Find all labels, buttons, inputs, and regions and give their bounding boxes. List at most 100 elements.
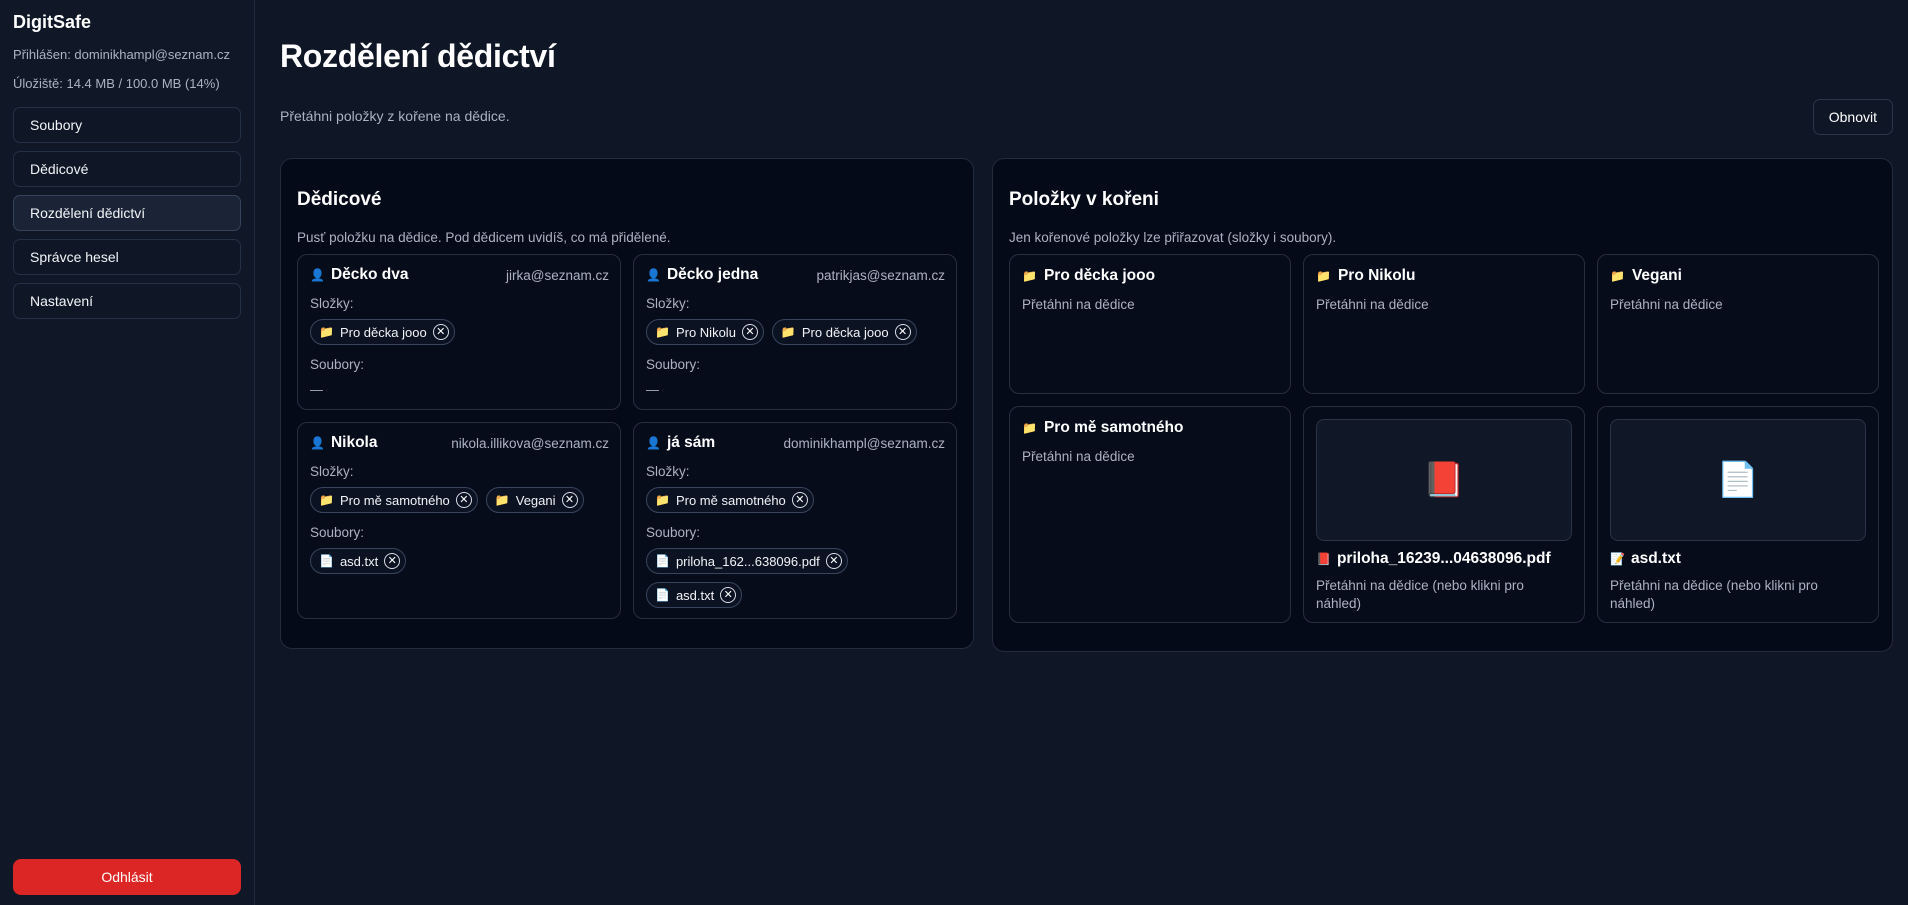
drag-hint: Přetáhni na dědice (nebo klikni pro náhl… (1316, 578, 1524, 611)
remove-icon[interactable]: ✕ (432, 324, 449, 340)
heir-name-text: Nikola (330, 434, 378, 451)
heir-name: 👤 Děcko jedna (646, 266, 758, 284)
folders-label: Složky: (646, 464, 690, 479)
folder-chips: 📁 Pro mě samotného ✕ (646, 487, 945, 513)
document-icon: 📄 (1716, 461, 1760, 499)
chip-label: Pro mě samotného (675, 492, 786, 508)
heir-email: jirka@seznam.cz (506, 267, 609, 283)
files-label: Soubory: (646, 357, 701, 372)
drag-hint: Přetáhni na dědice (1610, 297, 1723, 312)
heir-card-decko-jedna[interactable]: 👤 Děcko jedna patrikjas@seznam.cz Složky… (633, 254, 957, 410)
root-folder-title: 📁 Pro mě samotného (1022, 419, 1278, 437)
remove-icon[interactable]: ✕ (720, 587, 737, 603)
remove-icon[interactable]: ✕ (894, 324, 911, 340)
document-icon: 📄 (319, 554, 334, 568)
file-chip: 📄 asd.txt ✕ (646, 582, 743, 608)
heir-card-decko-dva[interactable]: 👤 Děcko dva jirka@seznam.cz Složky: 📁 Pr… (297, 254, 621, 410)
root-folder-card[interactable]: 📁 Pro děcka jooo Přetáhni na dědice (1009, 254, 1291, 394)
app-root: DigitSafe Přihlášen: dominikhampl@seznam… (0, 0, 1908, 905)
sidebar-item-nastaveni[interactable]: Nastavení (13, 283, 241, 319)
root-folder-card[interactable]: 📁 Pro mě samotného Přetáhni na dědice (1009, 406, 1291, 623)
remove-icon[interactable]: ✕ (561, 492, 578, 508)
folder-chip: 📁 Pro děcka jooo ✕ (771, 319, 917, 345)
root-folder-card[interactable]: 📁 Pro Nikolu Přetáhni na dědice (1303, 254, 1585, 394)
heir-name-text: Děcko jedna (666, 266, 759, 283)
root-panel-desc: Jen kořenové položky lze přiřazovat (slo… (1009, 230, 1337, 245)
root-folder-title: 📁 Pro Nikolu (1316, 267, 1572, 285)
heir-name-text: Děcko dva (330, 266, 409, 283)
logged-in-user: Přihlášen: dominikhampl@seznam.cz (13, 47, 230, 62)
root-folder-name: Pro mě samotného (1043, 419, 1184, 436)
folder-icon: 📁 (1610, 269, 1625, 283)
file-chip: 📄 priloha_162...638096.pdf ✕ (646, 548, 848, 574)
file-chips: 📄 asd.txt ✕ (310, 548, 609, 574)
panels: Dědicové Pusť položku na dědice. Pod děd… (280, 158, 1893, 652)
remove-icon[interactable]: ✕ (825, 553, 842, 569)
empty-files: — (310, 382, 323, 397)
heir-grid: 👤 Děcko dva jirka@seznam.cz Složky: 📁 Pr… (297, 254, 957, 619)
chip-label: Pro Nikolu (675, 324, 736, 340)
remove-icon[interactable]: ✕ (455, 492, 472, 508)
remove-icon[interactable]: ✕ (741, 324, 758, 340)
user-icon: 👤 (646, 436, 661, 450)
root-items-panel: Položky v kořeni Jen kořenové položky lz… (992, 158, 1893, 652)
heir-header: 👤 Nikola nikola.illikova@seznam.cz (310, 434, 609, 452)
file-preview[interactable]: 📄 (1610, 419, 1866, 541)
heirs-panel: Dědicové Pusť položku na dědice. Pod děd… (280, 158, 974, 649)
sidebar-item-rozdeleni-dedictvi[interactable]: Rozdělení dědictví (13, 195, 241, 231)
folder-chips: 📁 Pro mě samotného ✕ 📁 Vegani ✕ (310, 487, 609, 513)
folder-chip: 📁 Pro Nikolu ✕ (646, 319, 764, 345)
heir-email: patrikjas@seznam.cz (816, 267, 946, 283)
sidebar-item-soubory[interactable]: Soubory (13, 107, 241, 143)
folder-chip: 📁 Pro mě samotného ✕ (310, 487, 478, 513)
heir-name: 👤 já sám (646, 434, 715, 452)
user-icon: 👤 (646, 268, 661, 282)
heir-card-ja-sam[interactable]: 👤 já sám dominikhampl@seznam.cz Složky: … (633, 422, 957, 619)
remove-icon[interactable]: ✕ (791, 492, 808, 508)
drag-hint: Přetáhni na dědice (1022, 297, 1135, 312)
root-folder-card[interactable]: 📁 Vegani Přetáhni na dědice (1597, 254, 1879, 394)
folder-chips: 📁 Pro děcka jooo ✕ (310, 319, 609, 345)
logout-button[interactable]: Odhlásit (13, 859, 241, 895)
chip-label: Pro děcka jooo (339, 324, 427, 340)
page-subtitle: Přetáhni položky z kořene na dědice. (280, 108, 510, 124)
folders-label: Složky: (310, 464, 354, 479)
heir-header: 👤 Děcko jedna patrikjas@seznam.cz (646, 266, 945, 284)
memo-icon: 📝 (1610, 552, 1625, 566)
folder-icon: 📁 (1316, 269, 1331, 283)
document-icon: 📄 (655, 554, 670, 568)
folder-chip: 📁 Pro mě samotného ✕ (646, 487, 814, 513)
folder-icon: 📁 (780, 325, 796, 339)
chip-label: Pro mě samotného (339, 492, 450, 508)
file-preview[interactable]: 📕 (1316, 419, 1572, 541)
heir-name-text: já sám (666, 434, 716, 451)
root-folder-title: 📁 Pro děcka jooo (1022, 267, 1278, 285)
folders-label: Složky: (310, 296, 354, 311)
chip-label: asd.txt (339, 553, 379, 569)
sidebar-item-dedicove[interactable]: Dědicové (13, 151, 241, 187)
folder-icon: 📁 (319, 493, 334, 507)
root-file-name: priloha_16239...04638096.pdf (1336, 550, 1551, 567)
folder-icon: 📁 (655, 493, 670, 507)
folders-label: Složky: (646, 296, 690, 311)
root-file-title: 📕 priloha_16239...04638096.pdf (1316, 550, 1572, 568)
folder-icon: 📁 (1022, 269, 1037, 283)
chip-label: asd.txt (675, 587, 715, 603)
root-folder-title: 📁 Vegani (1610, 267, 1866, 285)
chip-label: Pro děcka jooo (801, 324, 889, 340)
drag-hint: Přetáhni na dědice (1022, 449, 1135, 464)
folder-chip: 📁 Vegani ✕ (485, 487, 584, 513)
sidebar-item-spravce-hesel[interactable]: Správce hesel (13, 239, 241, 275)
file-chip: 📄 asd.txt ✕ (310, 548, 407, 574)
user-icon: 👤 (310, 268, 325, 282)
drag-hint: Přetáhni na dědice (nebo klikni pro náhl… (1610, 578, 1818, 611)
files-label: Soubory: (646, 525, 701, 540)
heir-card-nikola[interactable]: 👤 Nikola nikola.illikova@seznam.cz Složk… (297, 422, 621, 619)
storage-usage: Úložiště: 14.4 MB / 100.0 MB (14%) (13, 76, 220, 91)
folder-icon: 📁 (494, 493, 510, 507)
refresh-button[interactable]: Obnovit (1812, 99, 1893, 135)
root-file-card[interactable]: 📄 📝 asd.txt Přetáhni na dědice (nebo kli… (1597, 406, 1879, 623)
remove-icon[interactable]: ✕ (384, 553, 401, 569)
file-chips: 📄 priloha_162...638096.pdf ✕ (646, 548, 945, 574)
root-file-card[interactable]: 📕 📕 priloha_16239...04638096.pdf Přetáhn… (1303, 406, 1585, 623)
